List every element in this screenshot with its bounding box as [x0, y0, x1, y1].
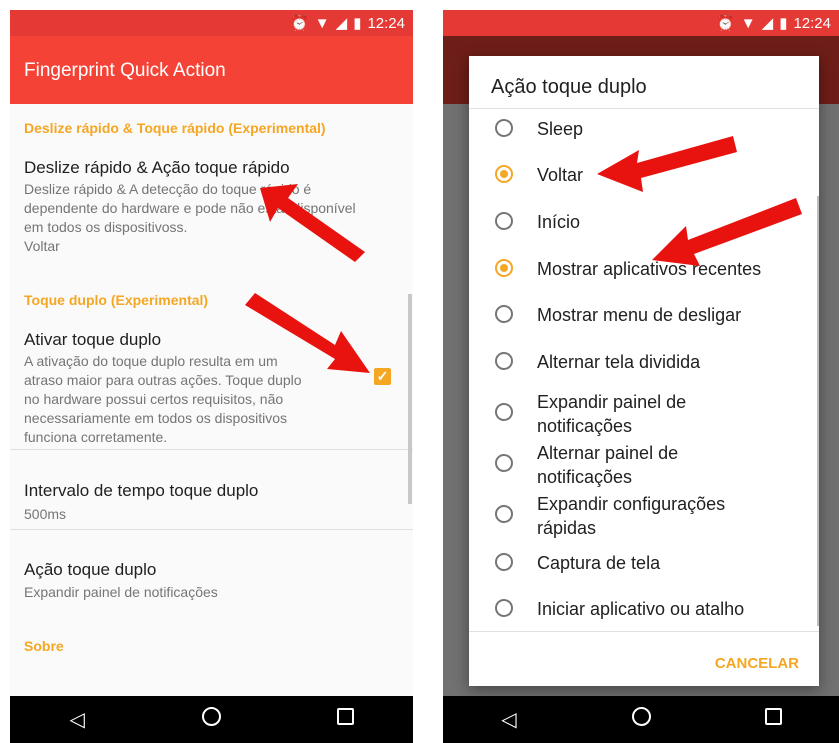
- option-label: Sleep: [537, 119, 584, 139]
- category-double-tap: Toque duplo (Experimental): [24, 292, 209, 308]
- category-swipe: Deslize rápido & Toque rápido (Experimen…: [24, 120, 326, 136]
- divider: [10, 449, 413, 450]
- radio-button[interactable]: [495, 553, 513, 571]
- pref-action-title: Ação toque duplo: [24, 560, 157, 579]
- option-label: Alternar painel de notificações: [537, 443, 679, 487]
- app-bar: Fingerprint Quick Action: [10, 36, 413, 112]
- recents-icon: [764, 708, 782, 725]
- option-label: Mostrar menu de desligar: [537, 305, 742, 325]
- home-icon: [631, 707, 651, 726]
- status-time: 12:24: [367, 14, 405, 32]
- radio-button[interactable]: [495, 259, 513, 277]
- category-about: Sobre: [24, 638, 64, 654]
- scrollbar[interactable]: [408, 294, 412, 504]
- radio-button[interactable]: [495, 165, 513, 183]
- home-button[interactable]: [611, 707, 671, 732]
- alarm-icon: ⏰: [716, 15, 735, 32]
- radio-button[interactable]: [495, 599, 513, 617]
- battery-icon: ▮: [779, 15, 788, 32]
- divider: [10, 529, 413, 530]
- signal-icon: ◢: [761, 15, 774, 32]
- arrow-annotation: [260, 184, 365, 262]
- pref-action-value: Expandir painel de notificações: [24, 584, 218, 600]
- status-time: 12:24: [793, 14, 831, 32]
- option-label: Expandir painel de notificações: [537, 392, 687, 436]
- dialog-title: Ação toque duplo: [491, 76, 647, 98]
- option-label: Iniciar aplicativo ou atalho: [537, 599, 745, 619]
- recents-button[interactable]: [316, 708, 376, 731]
- recents-icon: [337, 708, 355, 725]
- home-icon: [201, 707, 221, 726]
- signal-icon: ◢: [335, 15, 348, 32]
- back-icon[interactable]: ◁: [47, 707, 107, 732]
- option-label: Voltar: [537, 165, 584, 185]
- battery-icon: ▮: [353, 15, 362, 32]
- phone-right: ⏰ ▼ ◢ ▮ 12:24 ◁ Ação toque duplo Sleep V…: [443, 10, 839, 743]
- option-label: Alternar tela dividida: [537, 352, 701, 372]
- option-label: Início: [537, 212, 581, 232]
- radio-button[interactable]: [495, 403, 513, 421]
- home-button[interactable]: [181, 707, 241, 732]
- radio-button[interactable]: [495, 305, 513, 323]
- arrow-annotation: [652, 198, 802, 266]
- option-label: Captura de tela: [537, 553, 661, 573]
- cancel-button[interactable]: CANCELAR: [715, 655, 799, 672]
- dialog-scrollbar[interactable]: [817, 196, 819, 626]
- arrow-annotation: [245, 293, 370, 373]
- nav-bar: ◁: [443, 696, 839, 743]
- status-bar: ⏰ ▼ ◢ ▮ 12:24: [10, 10, 413, 36]
- radio-button[interactable]: [495, 212, 513, 230]
- radio-button[interactable]: [495, 505, 513, 523]
- pref-double-title: Ativar toque duplo: [24, 330, 162, 349]
- phone-left: ⏰ ▼ ◢ ▮ 12:24 Fingerprint Quick Action D…: [10, 10, 413, 743]
- recents-button[interactable]: [743, 708, 803, 731]
- pref-interval-title: Intervalo de tempo toque duplo: [24, 481, 259, 500]
- status-bar: ⏰ ▼ ◢ ▮ 12:24: [443, 10, 839, 36]
- radio-button[interactable]: [495, 119, 513, 137]
- radio-button[interactable]: [495, 454, 513, 472]
- alarm-icon: ⏰: [290, 15, 309, 32]
- radio-button[interactable]: [495, 352, 513, 370]
- app-title: Fingerprint Quick Action: [24, 60, 226, 81]
- nav-bar: ◁: [10, 696, 413, 743]
- back-icon[interactable]: ◁: [479, 707, 539, 732]
- wifi-icon: ▼: [740, 14, 756, 32]
- option-label: Expandir configurações rápidas: [537, 494, 726, 538]
- wifi-icon: ▼: [314, 14, 330, 32]
- pref-interval-value: 500ms: [24, 506, 67, 522]
